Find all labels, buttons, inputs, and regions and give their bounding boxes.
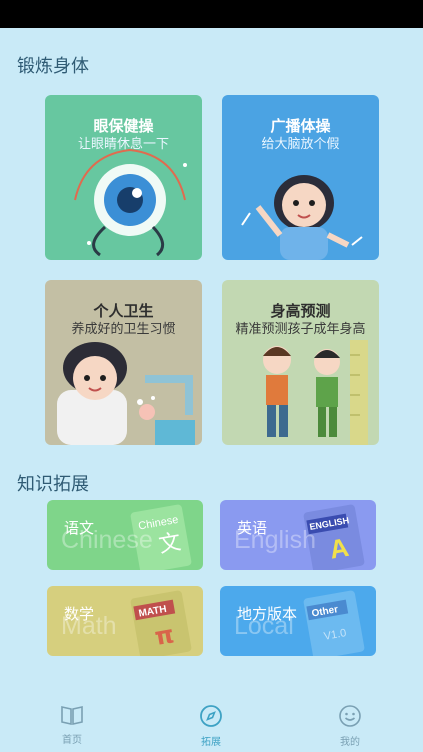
nav-item-explore[interactable]: 拓展 bbox=[181, 704, 241, 748]
book-math[interactable]: MATH π 数学 Math bbox=[47, 586, 203, 656]
card-subtitle: 让眼睛休息一下 bbox=[77, 137, 169, 152]
book-english[interactable]: ENGLISH A 英语 English bbox=[220, 500, 376, 570]
card-subtitle: 给大脑放个假 bbox=[261, 137, 340, 152]
book-chinese[interactable]: Chinese 文 语文 Chinese bbox=[47, 500, 203, 570]
card-subtitle: 养成好的卫生习惯 bbox=[71, 322, 176, 337]
book-title: 地方版本 bbox=[237, 605, 298, 623]
other-book-icon: Other V1.0 bbox=[303, 590, 365, 656]
card-personal-hygiene[interactable]: 个人卫生 养成好的卫生习惯 bbox=[45, 280, 202, 445]
nav-label: 拓展 bbox=[201, 737, 221, 748]
section-title-exercise: 锻炼身体 bbox=[17, 56, 89, 77]
svg-text:文: 文 bbox=[157, 530, 183, 558]
book-title: 英语 bbox=[237, 519, 268, 537]
math-book-icon: MATH π bbox=[130, 590, 192, 656]
nav-label: 首页 bbox=[62, 735, 82, 746]
status-bar bbox=[0, 0, 423, 28]
card-eye-exercise[interactable]: 眼保健操 让眼睛休息一下 bbox=[45, 95, 202, 260]
card-subtitle: 精准预测孩子成年身高 bbox=[235, 322, 366, 337]
card-height-prediction[interactable]: 身高预测 精准预测孩子成年身高 bbox=[222, 280, 379, 445]
smile-icon bbox=[339, 705, 361, 727]
book-title: 语文 bbox=[64, 519, 95, 537]
compass-icon bbox=[200, 705, 222, 727]
book-local[interactable]: Other V1.0 地方版本 Local bbox=[220, 586, 376, 656]
book-icon bbox=[61, 706, 83, 725]
section-title-knowledge: 知识拓展 bbox=[17, 474, 89, 495]
book-title: 数学 bbox=[64, 605, 95, 623]
nav-item-home[interactable]: 首页 bbox=[42, 704, 102, 746]
bottom-nav: 首页 拓展 我的 bbox=[0, 690, 423, 752]
nav-label: 我的 bbox=[340, 737, 360, 748]
card-broadcast-gymnastics[interactable]: 广播体操 给大脑放个假 bbox=[222, 95, 379, 260]
app-screen: 锻炼身体 眼保健操 让眼睛休息一下 广播体操 给大脑放个假 个人卫生 养成好的卫… bbox=[0, 28, 423, 752]
nav-item-mine[interactable]: 我的 bbox=[320, 704, 380, 748]
